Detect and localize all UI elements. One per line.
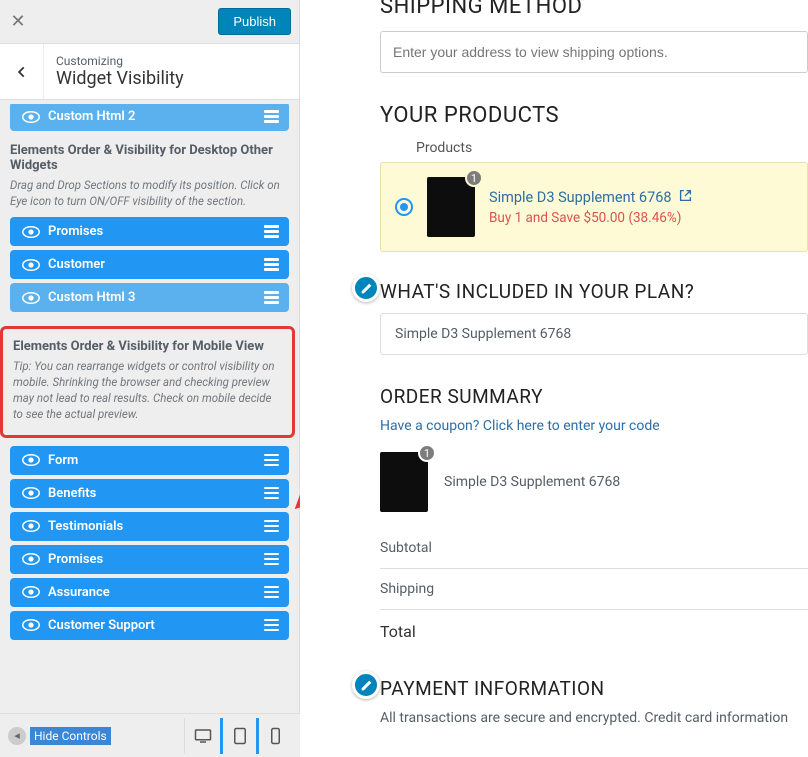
drag-handle-icon[interactable] <box>264 225 279 238</box>
widget-label: Custom Html 3 <box>42 290 264 305</box>
widget-label: Customer Support <box>42 618 264 633</box>
coupon-link[interactable]: Have a coupon? Click here to enter your … <box>380 418 808 434</box>
widget-label: Benefits <box>42 486 264 501</box>
publish-button[interactable]: Publish <box>218 8 291 35</box>
drag-handle-icon[interactable] <box>264 619 279 632</box>
payment-information-title: PAYMENT INFORMATION <box>380 677 808 700</box>
order-item-name: Simple D3 Supplement 6768 <box>444 474 620 490</box>
order-summary-title: ORDER SUMMARY <box>380 385 808 408</box>
collapse-icon[interactable]: ◂ <box>8 727 26 745</box>
eye-icon[interactable] <box>20 225 42 239</box>
drag-handle-icon[interactable] <box>264 454 279 467</box>
drag-handle-icon[interactable] <box>264 586 279 599</box>
drag-handle-icon[interactable] <box>264 553 279 566</box>
shipping-method-title: SHIPPING METHOD <box>380 0 808 19</box>
widget-label: Custom Html 2 <box>42 109 264 124</box>
widget-label: Promises <box>42 224 264 239</box>
device-tablet-icon[interactable] <box>220 718 256 754</box>
widget-label: Form <box>42 453 264 468</box>
widget-label: Assurance <box>42 585 264 600</box>
widget-label: Customer <box>42 257 264 272</box>
widget-testimonials[interactable]: Testimonials <box>10 512 289 541</box>
eye-icon[interactable] <box>20 618 42 632</box>
back-button[interactable] <box>0 44 44 99</box>
products-label: Products <box>416 140 808 156</box>
product-image <box>427 177 475 237</box>
widget-assurance[interactable]: Assurance <box>10 578 289 607</box>
drag-handle-icon[interactable] <box>264 520 279 533</box>
quantity-badge: 1 <box>465 169 483 187</box>
breadcrumb-small: Customizing <box>56 54 184 68</box>
shipping-label: Shipping <box>380 581 434 597</box>
widget-label: Promises <box>42 552 264 567</box>
chevron-left-icon <box>15 65 29 79</box>
section-title-mobile: Elements Order & Visibility for Mobile V… <box>13 339 282 354</box>
widget-promises-desktop[interactable]: Promises <box>10 217 289 246</box>
drag-handle-icon[interactable] <box>264 487 279 500</box>
edit-shortcut-icon[interactable] <box>352 274 380 302</box>
whats-included-title: WHAT'S INCLUDED IN YOUR PLAN? <box>380 280 808 303</box>
page-title: Widget Visibility <box>56 68 184 89</box>
plan-item: Simple D3 Supplement 6768 <box>380 313 808 355</box>
total-label: Total <box>380 622 416 641</box>
order-item-image <box>380 452 428 512</box>
drag-handle-icon[interactable] <box>264 258 279 271</box>
section-tip-mobile: Tip: You can rearrange widgets or contro… <box>13 358 282 422</box>
widget-customer-support[interactable]: Customer Support <box>10 611 289 640</box>
section-tip-desktop: Drag and Drop Sections to modify its pos… <box>10 177 289 209</box>
eye-icon[interactable] <box>20 258 42 272</box>
eye-icon[interactable] <box>20 453 42 467</box>
payment-subtext: All transactions are secure and encrypte… <box>380 710 808 726</box>
order-quantity-badge: 1 <box>418 444 436 462</box>
edit-shortcut-icon[interactable] <box>352 671 380 699</box>
product-card[interactable]: 1 Simple D3 Supplement 6768 Buy 1 and Sa… <box>380 162 808 252</box>
close-icon[interactable]: ✕ <box>8 11 28 32</box>
product-name-link[interactable]: Simple D3 Supplement 6768 <box>489 189 672 206</box>
widget-label: Testimonials <box>42 519 264 534</box>
external-link-icon[interactable] <box>679 191 692 206</box>
eye-icon[interactable] <box>20 519 42 533</box>
eye-icon[interactable] <box>20 110 42 124</box>
widget-form[interactable]: Form <box>10 446 289 475</box>
widget-benefits[interactable]: Benefits <box>10 479 289 508</box>
eye-icon[interactable] <box>20 486 42 500</box>
highlight-box-mobile: Elements Order & Visibility for Mobile V… <box>0 326 295 437</box>
widget-custom-html-2[interactable]: Custom Html 2 <box>10 104 289 131</box>
eye-icon[interactable] <box>20 552 42 566</box>
drag-handle-icon[interactable] <box>264 291 279 304</box>
section-title-desktop: Elements Order & Visibility for Desktop … <box>10 143 289 173</box>
eye-icon[interactable] <box>20 585 42 599</box>
eye-icon[interactable] <box>20 291 42 305</box>
shipping-address-input[interactable] <box>380 31 808 73</box>
subtotal-label: Subtotal <box>380 540 432 556</box>
device-mobile-icon[interactable] <box>256 718 292 754</box>
widget-promises-mobile[interactable]: Promises <box>10 545 289 574</box>
drag-handle-icon[interactable] <box>264 110 279 123</box>
widget-custom-html-3[interactable]: Custom Html 3 <box>10 283 289 312</box>
product-deal-text: Buy 1 and Save $50.00 (38.46%) <box>489 210 692 226</box>
device-desktop-icon[interactable] <box>184 718 220 754</box>
hide-controls-link[interactable]: Hide Controls <box>30 727 111 745</box>
product-radio[interactable] <box>395 198 413 216</box>
your-products-title: YOUR PRODUCTS <box>380 103 808 128</box>
widget-customer-desktop[interactable]: Customer <box>10 250 289 279</box>
